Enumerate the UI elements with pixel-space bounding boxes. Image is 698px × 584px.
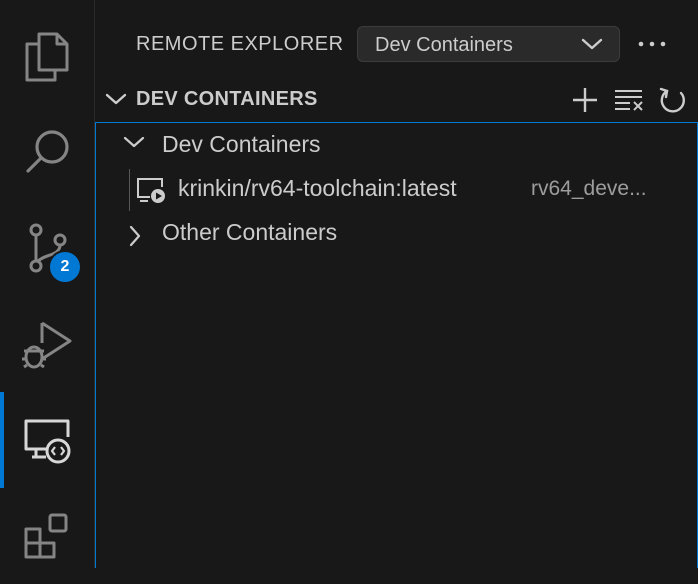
- new-container-button[interactable]: [570, 85, 600, 115]
- refresh-icon: [659, 87, 685, 113]
- extensions-icon: [24, 513, 68, 559]
- chevron-down-icon: [581, 38, 603, 50]
- add-icon: [573, 88, 597, 112]
- sidebar-title: REMOTE EXPLORER: [136, 33, 344, 55]
- more-actions-button[interactable]: [637, 30, 667, 58]
- container-description: rv64_deve...: [531, 177, 647, 200]
- ellipsis-icon: [638, 41, 666, 47]
- explorer-icon: [25, 32, 69, 82]
- container-name: krinkin/rv64-toolchain:latest: [178, 175, 457, 201]
- activity-extensions[interactable]: [0, 488, 94, 584]
- run-debug-icon: [22, 321, 72, 369]
- tree-group-label: Other Containers: [162, 219, 338, 245]
- dev-containers-tree: Dev Containers krinkin/rv64-toolchain:la…: [95, 122, 698, 568]
- section-actions: [570, 85, 688, 115]
- dropdown-value: Dev Containers: [375, 34, 513, 56]
- activity-source-control[interactable]: [0, 200, 94, 296]
- clear-all-button[interactable]: [614, 85, 644, 115]
- search-icon: [26, 130, 69, 173]
- tree-group-label: Dev Containers: [162, 131, 321, 157]
- tree-item-container[interactable]: krinkin/rv64-toolchain:latest rv64_deve.…: [96, 167, 697, 211]
- source-control-badge: 2: [48, 250, 82, 284]
- tree-group-other-containers[interactable]: Other Containers: [96, 211, 697, 255]
- chevron-down-icon: [123, 136, 145, 148]
- activity-bar: 2: [0, 0, 95, 568]
- activity-run-debug[interactable]: [0, 296, 94, 392]
- activity-search[interactable]: [0, 104, 94, 200]
- remote-type-dropdown[interactable]: Dev Containers: [357, 26, 620, 62]
- activity-explorer[interactable]: [0, 8, 94, 104]
- activity-remote-explorer[interactable]: [0, 392, 94, 488]
- remote-explorer-icon: [24, 419, 71, 464]
- sidebar-header: REMOTE EXPLORER Dev Containers: [95, 24, 698, 64]
- refresh-button[interactable]: [658, 85, 688, 115]
- section-title: DEV CONTAINERS: [136, 88, 318, 110]
- chevron-down-icon: [105, 93, 127, 105]
- tree-group-dev-containers[interactable]: Dev Containers: [96, 123, 697, 167]
- dev-containers-section-header[interactable]: DEV CONTAINERS: [95, 80, 698, 120]
- remote-explorer-sidebar: REMOTE EXPLORER Dev Containers DEV CONTA…: [95, 0, 698, 568]
- container-running-icon: [137, 178, 165, 203]
- chevron-right-icon: [129, 225, 141, 247]
- clear-all-icon: [615, 90, 643, 111]
